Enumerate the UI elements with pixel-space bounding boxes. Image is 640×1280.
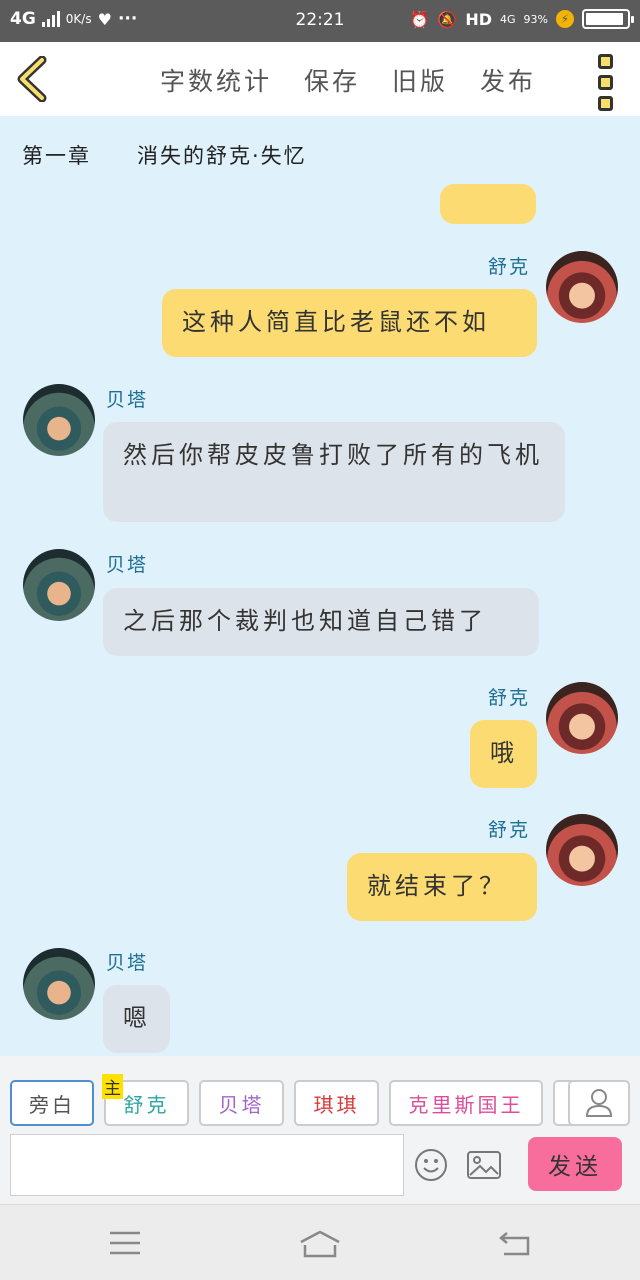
main-role-badge: 主 bbox=[102, 1074, 123, 1099]
publish-button[interactable]: 发布 bbox=[480, 62, 536, 98]
app-header: 字数统计 保存 旧版 发布 bbox=[0, 42, 640, 116]
lte-label: 4G bbox=[500, 12, 516, 26]
role-king-chip[interactable]: 克里斯国王 bbox=[389, 1080, 543, 1126]
avatar-beita[interactable] bbox=[23, 384, 95, 456]
message-bubble[interactable]: 然后你帮皮皮鲁打败了所有的飞机 bbox=[103, 422, 565, 522]
back-button[interactable] bbox=[14, 55, 54, 103]
back-arrow-icon bbox=[17, 55, 47, 103]
home-icon bbox=[300, 1230, 340, 1258]
role-beita-chip[interactable]: 贝塔 bbox=[199, 1080, 284, 1126]
back-nav-button[interactable] bbox=[498, 1229, 532, 1261]
composer-panel: 旁白 主 舒克 贝塔 琪琪 克里斯国王 发送 bbox=[0, 1056, 640, 1204]
hd-label: HD bbox=[465, 9, 493, 29]
word-count-button[interactable]: 字数统计 bbox=[160, 62, 272, 98]
image-button[interactable] bbox=[467, 1151, 501, 1183]
alarm-icon: ⏰ bbox=[409, 9, 430, 29]
avatar-beita[interactable] bbox=[23, 948, 95, 1020]
role-shuke-chip[interactable]: 主 舒克 bbox=[102, 1074, 189, 1126]
person-icon bbox=[585, 1089, 613, 1117]
battery-icon bbox=[582, 9, 634, 29]
menu-icon bbox=[110, 1231, 140, 1255]
home-nav-button[interactable] bbox=[298, 1229, 342, 1263]
old-version-button[interactable]: 旧版 bbox=[392, 62, 448, 98]
mute-icon: 🔕 bbox=[437, 9, 458, 29]
battery-fill bbox=[586, 13, 624, 25]
message-bubble[interactable]: 之后那个裁判也知道自己错了 bbox=[103, 588, 539, 656]
role-label: 旁白 bbox=[29, 1092, 75, 1117]
role-label: 舒克 bbox=[123, 1092, 170, 1117]
status-right: ⏰ 🔕 HD 4G 93% ⚡ bbox=[409, 9, 634, 29]
sender-name: 贝塔 bbox=[106, 554, 149, 576]
system-nav-bar bbox=[0, 1204, 640, 1280]
message-bubble[interactable]: 哦 bbox=[470, 720, 537, 788]
emoji-button[interactable] bbox=[414, 1148, 448, 1186]
send-button[interactable]: 发送 bbox=[528, 1137, 622, 1191]
save-button[interactable]: 保存 bbox=[304, 62, 360, 98]
emoji-icon bbox=[415, 1149, 447, 1181]
role-selector: 旁白 主 舒克 贝塔 琪琪 克里斯国王 bbox=[10, 1074, 583, 1126]
sender-name: 贝塔 bbox=[106, 389, 149, 411]
message-bubble[interactable]: 这种人简直比老鼠还不如 bbox=[162, 289, 537, 357]
role-label: 克里斯国王 bbox=[408, 1092, 524, 1117]
charging-icon: ⚡ bbox=[556, 10, 574, 28]
avatar-shuke[interactable] bbox=[546, 814, 618, 886]
more-menu-icon[interactable] bbox=[598, 54, 614, 111]
menu-nav-button[interactable] bbox=[108, 1229, 142, 1261]
sender-name: 舒克 bbox=[488, 819, 531, 841]
avatar-shuke[interactable] bbox=[546, 251, 618, 323]
return-icon bbox=[499, 1232, 530, 1256]
chapter-number: 第一章 bbox=[22, 144, 91, 168]
contacts-button[interactable] bbox=[568, 1080, 630, 1126]
message-bubble[interactable]: 就结束了？ bbox=[347, 853, 537, 921]
image-icon bbox=[467, 1151, 501, 1179]
chapter-title: 消失的舒克·失忆 bbox=[137, 144, 307, 168]
avatar-shuke[interactable] bbox=[546, 682, 618, 754]
message-bubble[interactable]: 嗯 bbox=[103, 985, 170, 1053]
status-bar: 4G 0K/s ♥ ··· 22:21 ⏰ 🔕 HD 4G 93% ⚡ bbox=[0, 0, 640, 42]
sender-name: 舒克 bbox=[488, 687, 531, 709]
chapter-heading: 第一章 消失的舒克·失忆 bbox=[22, 140, 307, 170]
message-input[interactable] bbox=[10, 1134, 404, 1196]
role-label: 贝塔 bbox=[218, 1092, 265, 1117]
role-qiqi-chip[interactable]: 琪琪 bbox=[294, 1080, 379, 1126]
role-narrator-chip[interactable]: 旁白 bbox=[10, 1080, 94, 1126]
avatar-beita[interactable] bbox=[23, 549, 95, 621]
sender-name: 舒克 bbox=[488, 256, 531, 278]
message-bubble-clipped[interactable] bbox=[440, 184, 536, 224]
battery-percent: 93% bbox=[523, 12, 548, 26]
header-menu: 字数统计 保存 旧版 发布 bbox=[160, 62, 536, 98]
sender-name: 贝塔 bbox=[106, 952, 149, 974]
role-label: 琪琪 bbox=[313, 1092, 360, 1117]
